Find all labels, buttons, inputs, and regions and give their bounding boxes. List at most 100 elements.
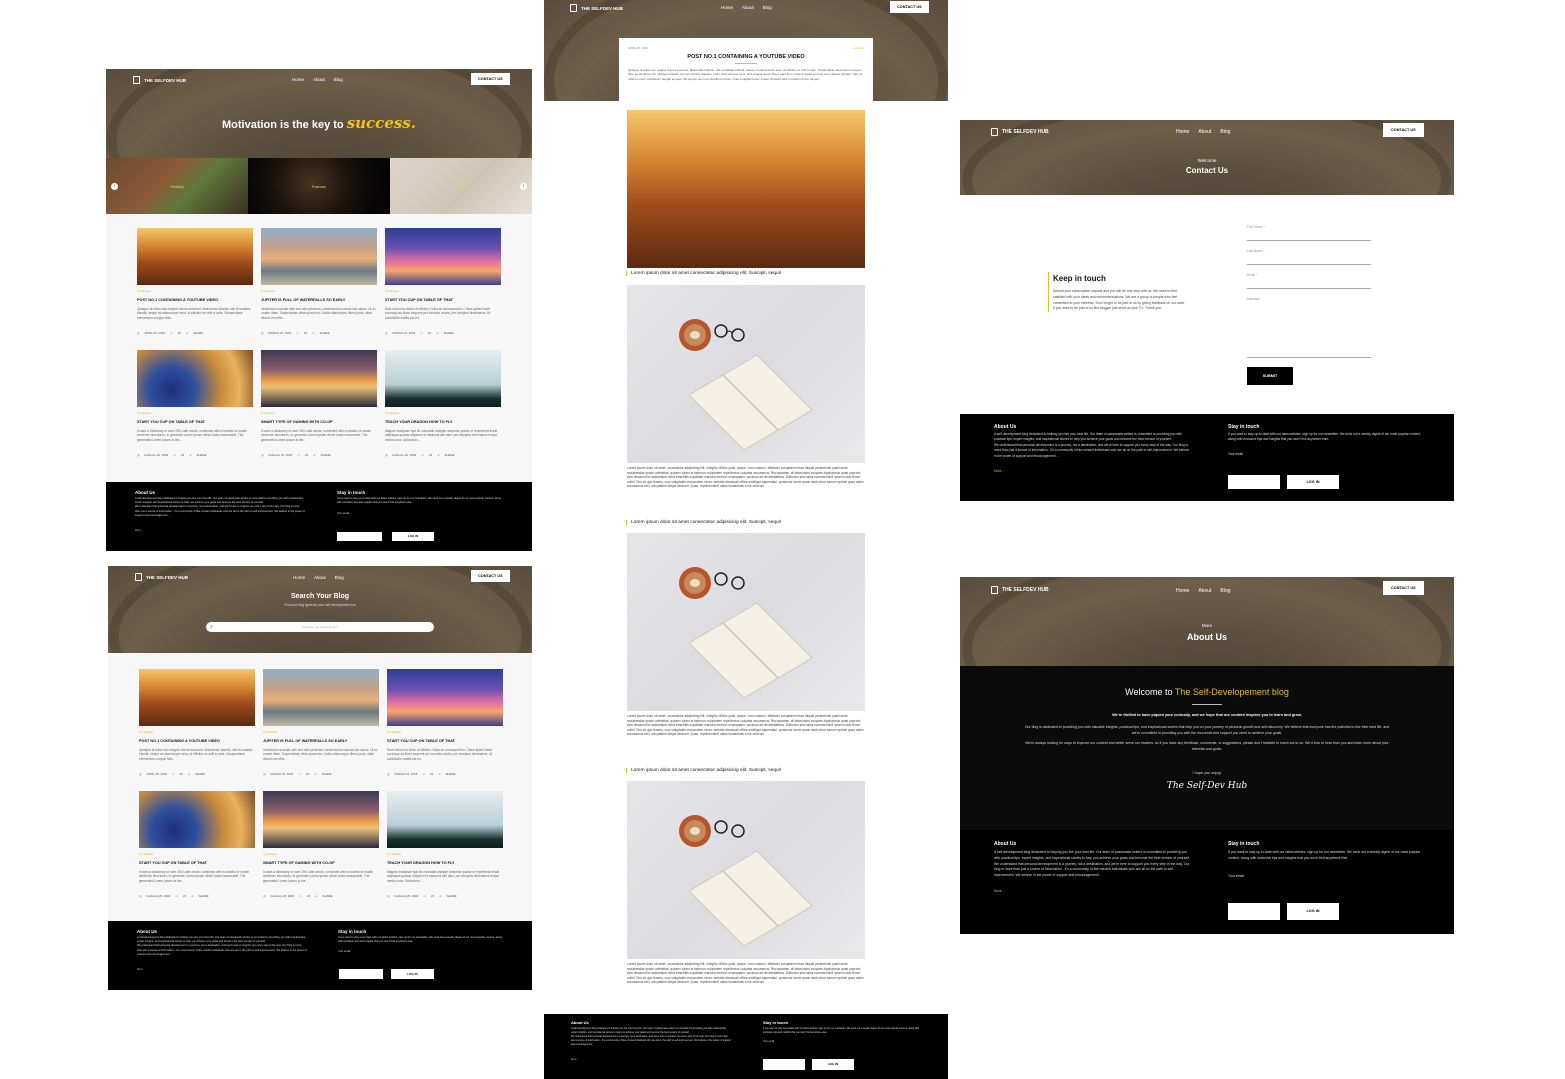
share-icon[interactable]: ⋖ xyxy=(312,331,314,335)
brand-logo[interactable]: THE SELFDEV HUB xyxy=(133,76,186,84)
post-title[interactable]: POST NO.1 CONTAINING A YOUTUBE VIDEO xyxy=(139,739,255,743)
nav-blog[interactable]: Blog xyxy=(1220,129,1230,135)
footer-more-link[interactable]: More... xyxy=(994,469,1004,473)
share-link[interactable]: SHARE xyxy=(446,772,456,776)
share-link[interactable]: SHARE xyxy=(197,453,207,457)
post-title[interactable]: START YOU CUP ON TABLE OF THAT xyxy=(387,739,503,743)
post-card[interactable]: ⚲ Lifestyle START YOU CUP ON TABLE OF TH… xyxy=(139,791,255,907)
share-link[interactable]: SHARE xyxy=(323,894,333,898)
footer-login-button[interactable]: LOG IN xyxy=(391,969,434,979)
slide-books[interactable]: Books xyxy=(390,158,532,214)
last-name-field[interactable]: Last Name * xyxy=(1247,249,1371,265)
post-thumbnail[interactable] xyxy=(263,669,379,726)
footer-more-link[interactable]: More... xyxy=(994,889,1005,893)
post-card[interactable]: ⚲ Lifestyle START YOU CUP ON TABLE OF TH… xyxy=(387,669,503,785)
share-link[interactable]: SHARE xyxy=(447,894,457,898)
nav-about[interactable]: About xyxy=(742,5,754,10)
nav-blog[interactable]: Blog xyxy=(335,575,344,580)
nav-home[interactable]: Home xyxy=(721,5,733,10)
slide-fashion[interactable]: Fashion xyxy=(248,158,390,214)
share-icon[interactable]: ⋖ xyxy=(315,894,317,898)
share-icon[interactable]: ⋖ xyxy=(313,453,315,457)
share-link[interactable]: SHARE xyxy=(322,772,332,776)
post-thumbnail[interactable] xyxy=(387,791,503,848)
post-card[interactable]: ⚲ Lifestyle POST NO.1 CONTAINING A YOUTU… xyxy=(139,669,255,785)
post-title[interactable]: POST NO.1 CONTAINING A YOUTUBE VIDEO xyxy=(137,298,253,302)
share-link[interactable]: SHARE xyxy=(444,331,454,335)
footer-email-input[interactable] xyxy=(1228,903,1280,920)
footer-email-input[interactable] xyxy=(763,1059,805,1070)
post-category[interactable]: ⚲ Lifestyle xyxy=(137,289,253,293)
post-category[interactable]: ⚲ Lifestyle xyxy=(385,289,501,293)
post-thumbnail[interactable] xyxy=(261,228,377,285)
footer-login-button[interactable]: LOG IN xyxy=(812,1059,854,1070)
footer-email-input[interactable] xyxy=(339,969,383,979)
contact-us-button[interactable]: CONTACT US xyxy=(890,1,929,13)
post-thumbnail[interactable] xyxy=(387,669,503,726)
brand-logo[interactable]: THE SELFDEV HUB xyxy=(570,4,623,12)
brand-logo[interactable]: THE SELFDEV HUB xyxy=(135,573,188,581)
brand-logo[interactable]: THE SELFDEV HUB xyxy=(991,128,1049,136)
post-title[interactable]: START YOU CUP ON TABLE OF THAT xyxy=(385,298,501,302)
footer-login-button[interactable]: LOG IN xyxy=(1287,903,1339,920)
first-name-field[interactable]: First Name * xyxy=(1247,225,1371,241)
post-title[interactable]: START YOU CUP ON TABLE OF THAT xyxy=(137,420,253,424)
post-title[interactable]: SMART TYPE OF GAMING WITH CO-OP xyxy=(263,861,379,865)
message-field[interactable]: Message xyxy=(1247,297,1371,358)
post-category[interactable]: ⚲ Lifestyle xyxy=(261,289,377,293)
footer-email-input[interactable] xyxy=(337,532,382,541)
post-thumbnail[interactable] xyxy=(261,350,377,407)
post-category[interactable]: ⚲ Lifestyle xyxy=(261,411,377,415)
search-input[interactable]: What are you searching for? xyxy=(206,625,434,629)
footer-login-button[interactable]: LOG IN xyxy=(1287,475,1339,489)
nav-home[interactable]: Home xyxy=(1176,129,1189,135)
post-category[interactable]: ⚲ Lifestyle xyxy=(387,730,503,734)
share-icon[interactable]: ⋖ xyxy=(438,772,440,776)
post-category[interactable]: ⚲ Lifestyle xyxy=(137,411,253,415)
footer-login-button[interactable]: LOG IN xyxy=(392,532,434,541)
nav-blog[interactable]: Blog xyxy=(334,77,343,82)
post-category[interactable]: ⚲ Lifestyle xyxy=(387,852,503,856)
post-card[interactable]: ⚲ Lifestyle POST NO.1 CONTAINING A YOUTU… xyxy=(137,228,253,344)
share-icon[interactable]: ⋖ xyxy=(191,894,193,898)
share-icon[interactable]: ⋖ xyxy=(189,453,191,457)
post-category[interactable]: ⚲ Lifestyle xyxy=(263,852,379,856)
post-title[interactable]: JUPITER IS FULL OF WATERFALLS SO EARLY xyxy=(261,298,377,302)
nav-home[interactable]: Home xyxy=(1176,588,1189,594)
nav-blog[interactable]: Blog xyxy=(763,5,772,10)
share-icon[interactable]: ⋖ xyxy=(437,453,439,457)
slide-healthy[interactable]: Healthy xyxy=(106,158,248,214)
post-title[interactable]: TEACH YOUR DRAGON HOW TO FLY xyxy=(387,861,503,865)
post-title[interactable]: TEACH YOUR DRAGON HOW TO FLY xyxy=(385,420,501,424)
chevron-left-icon[interactable]: ‹ xyxy=(111,182,118,190)
share-link[interactable]: SHARE xyxy=(195,772,205,776)
share-icon[interactable]: ⋖ xyxy=(439,894,441,898)
brand-logo[interactable]: THE SELFDEV HUB xyxy=(991,586,1049,594)
post-thumbnail[interactable] xyxy=(385,228,501,285)
post-category[interactable]: ⚲ Lifestyle xyxy=(385,411,501,415)
share-icon[interactable]: ⋖ xyxy=(186,331,188,335)
post-category[interactable]: ⚲ Lifestyle xyxy=(139,852,255,856)
post-title[interactable]: START YOU CUP ON TABLE OF THAT xyxy=(139,861,255,865)
nav-home[interactable]: Home xyxy=(292,77,304,82)
contact-us-button[interactable]: CONTACT US xyxy=(1383,581,1424,595)
nav-about[interactable]: About xyxy=(313,77,325,82)
email-field[interactable]: Email * xyxy=(1247,273,1371,289)
post-title[interactable]: JUPITER IS FULL OF WATERFALLS SO EARLY xyxy=(263,739,379,743)
post-card[interactable]: ⚲ Lifestyle SMART TYPE OF GAMING WITH CO… xyxy=(261,350,377,466)
nav-about[interactable]: About xyxy=(1198,129,1211,135)
share-icon[interactable]: ⋖ xyxy=(314,772,316,776)
share-icon[interactable]: ⋖ xyxy=(188,772,190,776)
contact-us-button[interactable]: CONTACT US xyxy=(471,73,510,85)
share-link[interactable]: SHARE xyxy=(445,453,455,457)
footer-more-link[interactable]: More... xyxy=(137,968,145,971)
post-title[interactable]: SMART TYPE OF GAMING WITH CO-OP xyxy=(261,420,377,424)
post-category[interactable]: ⚲ Lifestyle xyxy=(139,730,255,734)
search-bar[interactable]: ⌕ What are you searching for? xyxy=(206,622,434,632)
post-thumbnail[interactable] xyxy=(385,350,501,407)
contact-us-button[interactable]: CONTACT US xyxy=(471,570,510,582)
share-link[interactable]: SHARE xyxy=(193,331,203,335)
post-thumbnail[interactable] xyxy=(139,791,255,848)
post-card[interactable]: ⚲ Lifestyle START YOU CUP ON TABLE OF TH… xyxy=(385,228,501,344)
footer-email-input[interactable] xyxy=(1228,475,1280,489)
